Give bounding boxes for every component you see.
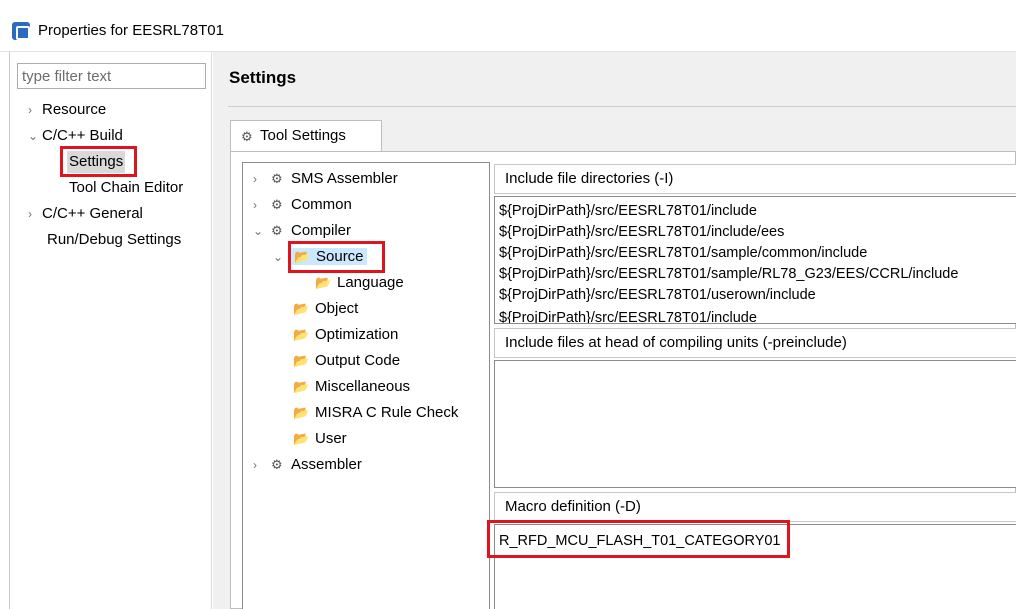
settings-header: Settings bbox=[213, 52, 1016, 100]
tool-item-assembler[interactable]: › ⚙ Assembler bbox=[253, 453, 362, 477]
tool-settings-tree: › ⚙ SMS Assembler › ⚙ Common ⌄ ⚙ Compiler ⌄ 📂 So… bbox=[242, 162, 490, 609]
nav-item-label: C/C++ General bbox=[42, 205, 143, 222]
collapse-arrow-icon[interactable]: ⌄ bbox=[28, 125, 42, 147]
list-item[interactable]: ${ProjDirPath}/src/EESRL78T01/include bbox=[499, 203, 757, 219]
preinclude-section: Include files at head of compiling units… bbox=[490, 328, 1016, 488]
expand-arrow-icon[interactable]: › bbox=[28, 99, 42, 121]
nav-item-label: Tool Chain Editor bbox=[69, 179, 184, 196]
tool-item-misra-c[interactable]: 📂 MISRA C Rule Check bbox=[293, 401, 458, 425]
tool-item-label: SMS Assembler bbox=[291, 170, 398, 187]
window-title: Properties for EESRL78T01 bbox=[38, 22, 224, 39]
list-item[interactable]: ${ProjDirPath}/src/EESRL78T01/sample/com… bbox=[499, 245, 867, 261]
tool-item-user[interactable]: 📂 User bbox=[293, 427, 347, 451]
folder-icon: 📂 bbox=[293, 405, 310, 420]
folder-icon: 📂 bbox=[293, 327, 310, 342]
settings-pane: Settings ⚙ Tool Settings › ⚙ SMS Assembler… bbox=[213, 52, 1016, 609]
window-titlebar: Properties for EESRL78T01 bbox=[0, 0, 1016, 52]
left-pane-edge bbox=[9, 52, 10, 609]
collapse-arrow-icon[interactable]: ⌄ bbox=[253, 219, 271, 243]
nav-item-label: C/C++ Build bbox=[42, 127, 123, 144]
nav-item-resource[interactable]: › Resource bbox=[28, 99, 106, 121]
include-dirs-section: Include file directories (-I) ${ProjDirP… bbox=[490, 164, 1016, 324]
tool-item-label: MISRA C Rule Check bbox=[315, 404, 459, 421]
highlight-box-settings bbox=[60, 146, 137, 177]
tool-item-common[interactable]: › ⚙ Common bbox=[253, 193, 352, 217]
highlight-box-macro bbox=[487, 520, 790, 558]
tool-item-label: Miscellaneous bbox=[315, 378, 411, 395]
gear-icon: ⚙ bbox=[241, 129, 253, 144]
nav-item-label: Resource bbox=[42, 101, 107, 118]
divider bbox=[228, 106, 1016, 107]
tool-item-label: Assembler bbox=[291, 456, 362, 473]
section-label: Macro definition (-D) bbox=[505, 498, 641, 515]
tool-item-label: Common bbox=[291, 196, 352, 213]
gear-icon: ⚙ bbox=[271, 457, 283, 472]
tab-label: Tool Settings bbox=[260, 127, 346, 144]
folder-icon: 📂 bbox=[293, 301, 310, 316]
tool-item-label: Optimization bbox=[315, 326, 399, 343]
tool-item-label: Output Code bbox=[315, 352, 401, 369]
highlight-box-source bbox=[288, 241, 385, 273]
expand-arrow-icon[interactable]: › bbox=[28, 203, 42, 225]
filter-input[interactable] bbox=[17, 63, 206, 89]
list-item[interactable]: ${ProjDirPath}/src/EESRL78T01/sample/RL7… bbox=[499, 266, 958, 282]
include-dirs-header: Include file directories (-I) bbox=[494, 164, 1016, 194]
section-label: Include files at head of compiling units… bbox=[505, 334, 847, 351]
folder-icon: 📂 bbox=[293, 431, 310, 446]
page-title: Settings bbox=[229, 68, 297, 87]
macro-header: Macro definition (-D) bbox=[494, 492, 1016, 522]
expand-arrow-icon[interactable]: › bbox=[253, 453, 271, 477]
gear-icon: ⚙ bbox=[271, 171, 283, 186]
section-label: Include file directories (-I) bbox=[505, 170, 674, 187]
folder-icon: 📂 bbox=[293, 353, 310, 368]
gear-icon: ⚙ bbox=[271, 223, 283, 238]
tab-tool-settings[interactable]: ⚙ Tool Settings bbox=[230, 120, 382, 152]
tool-item-label: Object bbox=[315, 300, 359, 317]
tool-item-label: Compiler bbox=[291, 222, 352, 239]
list-item[interactable]: ${ProjDirPath}/src/EESRL78T01/include/ee… bbox=[499, 224, 784, 240]
tool-item-miscellaneous[interactable]: 📂 Miscellaneous bbox=[293, 375, 410, 399]
folder-icon: 📂 bbox=[293, 379, 310, 394]
list-item[interactable]: ${ProjDirPath}/src/EESRL78T01/userown/in… bbox=[499, 287, 816, 303]
tool-item-sms-assembler[interactable]: › ⚙ SMS Assembler bbox=[253, 167, 398, 191]
nav-item-tool-chain-editor[interactable]: Tool Chain Editor bbox=[69, 177, 183, 199]
include-dirs-list[interactable]: ${ProjDirPath}/src/EESRL78T01/include ${… bbox=[494, 196, 1016, 324]
nav-item-cc-general[interactable]: › C/C++ General bbox=[28, 203, 143, 225]
expand-arrow-icon[interactable]: › bbox=[253, 167, 271, 191]
app-icon bbox=[12, 22, 30, 40]
properties-nav-pane: ›Resource ⌄C/C++ Build Settings Tool Cha… bbox=[0, 52, 212, 609]
tool-item-language[interactable]: 📂 Language bbox=[315, 271, 404, 295]
tool-item-label: Language bbox=[337, 274, 404, 291]
tool-item-object[interactable]: 📂 Object bbox=[293, 297, 358, 321]
tool-item-compiler[interactable]: ⌄ ⚙ Compiler bbox=[253, 219, 351, 243]
nav-item-run-debug[interactable]: Run/Debug Settings bbox=[47, 229, 181, 251]
tool-item-optimization[interactable]: 📂 Optimization bbox=[293, 323, 398, 347]
preinclude-header: Include files at head of compiling units… bbox=[494, 328, 1016, 358]
macro-section: Macro definition (-D) R_RFD_MCU_FLASH_T0… bbox=[487, 492, 1016, 609]
nav-item-label: Run/Debug Settings bbox=[47, 231, 182, 248]
expand-arrow-icon[interactable]: › bbox=[253, 193, 271, 217]
tool-item-output-code[interactable]: 📂 Output Code bbox=[293, 349, 400, 373]
tool-item-label: User bbox=[315, 430, 347, 447]
gear-icon: ⚙ bbox=[271, 197, 283, 212]
preinclude-list[interactable] bbox=[494, 360, 1016, 488]
nav-item-cc-build[interactable]: ⌄ C/C++ Build bbox=[28, 125, 123, 147]
list-item[interactable]: ${ProjDirPath}/src/EESRL78T01/include bbox=[499, 310, 757, 323]
folder-icon: 📂 bbox=[315, 275, 332, 290]
